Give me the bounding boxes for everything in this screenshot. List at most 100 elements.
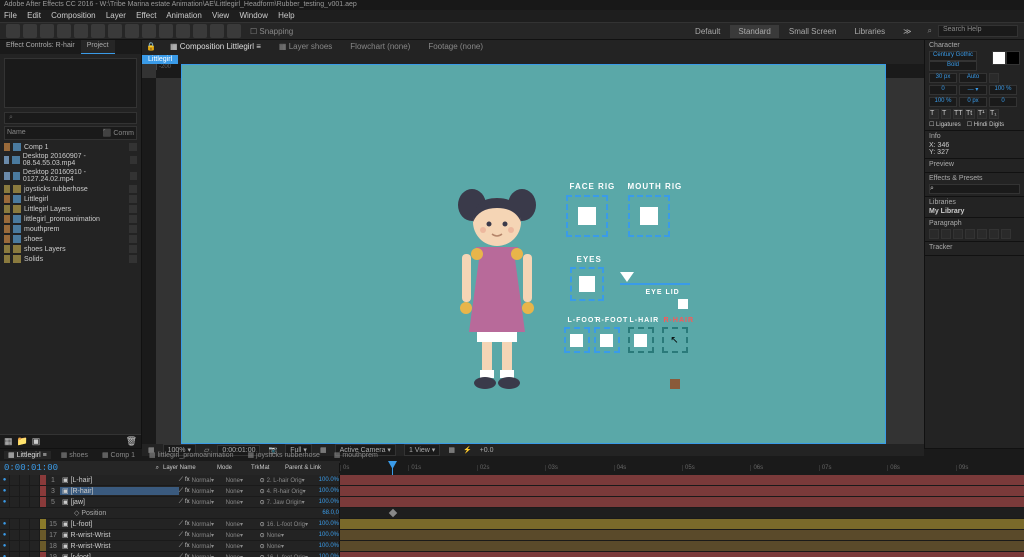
align-right-icon[interactable]	[953, 229, 963, 239]
search-layers-input[interactable]: ⌕	[156, 465, 159, 472]
superscript-icon[interactable]: T¹	[977, 109, 987, 119]
project-item[interactable]: Littlegirl	[0, 194, 141, 204]
views-select[interactable]: 1 View ▾	[404, 444, 440, 456]
type-tool-icon[interactable]	[142, 24, 156, 38]
pan-behind-tool-icon[interactable]	[91, 24, 105, 38]
align-left-icon[interactable]	[929, 229, 939, 239]
menu-effect[interactable]: Effect	[136, 11, 156, 20]
snapping-checkbox[interactable]: ☐ Snapping	[250, 27, 293, 36]
workspace-standard[interactable]: Standard	[730, 25, 778, 38]
justify-left-icon[interactable]	[965, 229, 975, 239]
workspace-libraries[interactable]: Libraries	[846, 25, 893, 38]
comp-tab-flowchart[interactable]: Flowchart (none)	[346, 40, 414, 53]
layer-row[interactable]: ●1▣ [L-hair]⟋fxNormal▾None▾⊙2. L-hair Or…	[0, 475, 1024, 486]
project-item[interactable]: Desktop 20160907 - 08.54.55.03.mp4	[0, 152, 141, 168]
tl-tab-joysticks[interactable]: ▦ joysticks rubberhose	[243, 451, 323, 459]
stroke-input[interactable]: — ▾	[959, 85, 987, 95]
effects-search-input[interactable]: ⌕	[929, 184, 1020, 194]
font-weight-select[interactable]: Bold	[929, 61, 977, 71]
hindi-checkbox[interactable]: ☐ Hindi Digits	[967, 121, 1004, 128]
layer-row[interactable]: ●19▣ [r-foot]⟋fxNormal▾None▾⊙16. L-foot …	[0, 552, 1024, 557]
roto-tool-icon[interactable]	[210, 24, 224, 38]
brush-tool-icon[interactable]	[159, 24, 173, 38]
ligatures-checkbox[interactable]: ☐ Ligatures	[929, 121, 961, 128]
layer-row[interactable]: ●17▣ R-wrist-Wrist⟋fxNormal▾None▾⊙None▾1…	[0, 530, 1024, 541]
tl-tab-shoes[interactable]: ▦ shoes	[57, 451, 92, 459]
eyes-control[interactable]	[570, 267, 604, 301]
justify-right-icon[interactable]	[989, 229, 999, 239]
menu-view[interactable]: View	[212, 11, 229, 20]
menu-file[interactable]: File	[4, 11, 17, 20]
time-ruler[interactable]: 0s01s02s03s04s05s06s07s08s09s	[340, 461, 1024, 475]
mouth-rig-control[interactable]	[628, 195, 670, 237]
camera-tool-icon[interactable]	[74, 24, 88, 38]
tsume-input[interactable]: 0	[989, 97, 1017, 107]
comp-tab-footage[interactable]: Footage (none)	[424, 40, 487, 53]
comp-tab-composition[interactable]: ▦ Composition Littlegirl ≡	[166, 40, 265, 53]
project-item[interactable]: Solids	[0, 254, 141, 264]
viewport[interactable]: -200-10001002003004005006007008009001000…	[142, 64, 924, 444]
zoom-tool-icon[interactable]	[40, 24, 54, 38]
workspace-more[interactable]: ≫	[895, 25, 919, 38]
italic-icon[interactable]: T	[941, 109, 951, 119]
new-comp-icon[interactable]: ▣	[32, 436, 41, 447]
layer-row[interactable]: ●3▣ [R-hair]⟋fxNormal▾None▾⊙4. R-hair Or…	[0, 486, 1024, 497]
r-hair-control[interactable]: ↖	[662, 327, 688, 353]
menu-window[interactable]: Window	[239, 11, 267, 20]
l-hair-control[interactable]	[628, 327, 654, 353]
caps-icon[interactable]: TT	[953, 109, 963, 119]
pen-tool-icon[interactable]	[125, 24, 139, 38]
project-item[interactable]: Littlegirl Layers	[0, 204, 141, 214]
comp-name-label[interactable]: Littlegirl	[142, 55, 178, 64]
layer-row[interactable]: ●18▣ R-wrist-Wrist⟋fxNormal▾None▾⊙None▾1…	[0, 541, 1024, 552]
menu-help[interactable]: Help	[278, 11, 294, 20]
interpret-icon[interactable]: ▦	[4, 436, 13, 447]
kerning-icon[interactable]	[989, 73, 999, 83]
new-folder-icon[interactable]: 📁	[17, 436, 28, 447]
bold-icon[interactable]: T	[929, 109, 939, 119]
eraser-tool-icon[interactable]	[193, 24, 207, 38]
layer-row[interactable]: ●5▣ [jaw]⟋fxNormal▾None▾⊙7. Jaw Origin▾1…	[0, 497, 1024, 508]
leading-input[interactable]: Auto	[959, 73, 987, 83]
timeline-icon[interactable]: +0.0	[480, 447, 494, 454]
eye-lid-box[interactable]	[678, 299, 688, 309]
menu-composition[interactable]: Composition	[51, 11, 95, 20]
font-size-input[interactable]: 30 px	[929, 73, 957, 83]
project-item[interactable]: shoes	[0, 234, 141, 244]
col-comment[interactable]: ⬛ Comm	[103, 129, 134, 137]
baseline-input[interactable]: 0 px	[959, 97, 987, 107]
stroke-color[interactable]	[1006, 51, 1020, 65]
project-item[interactable]: littlegirl_promoanimation	[0, 214, 141, 224]
menu-layer[interactable]: Layer	[106, 11, 126, 20]
tl-tab-mouth[interactable]: ▦ mouthprem	[330, 451, 382, 459]
menu-animation[interactable]: Animation	[166, 11, 202, 20]
tl-tab-littlegirl[interactable]: ▦ Littlegirl ≡	[4, 451, 51, 459]
tl-tab-comp1[interactable]: ▦ Comp 1	[98, 451, 139, 459]
trash-icon[interactable]: 🗑	[126, 436, 137, 447]
project-item[interactable]: mouthprem	[0, 224, 141, 234]
hscale-input[interactable]: 100 %	[929, 97, 957, 107]
align-center-icon[interactable]	[941, 229, 951, 239]
pixel-aspect-icon[interactable]: ▦	[448, 446, 455, 454]
hand-tool-icon[interactable]	[23, 24, 37, 38]
subscript-icon[interactable]: T₁	[989, 109, 999, 119]
eye-lid-slider[interactable]	[620, 283, 690, 285]
search-help-input[interactable]: Search Help	[938, 25, 1018, 37]
eye-lid-handle[interactable]	[620, 272, 634, 282]
project-item[interactable]: joysticks rubberhose	[0, 184, 141, 194]
layer-row[interactable]: ◇ Position68.0,0	[0, 508, 1024, 519]
panel-lock-icon[interactable]: 🔒	[146, 42, 156, 51]
project-filter-input[interactable]: ⌕	[4, 112, 137, 124]
puppet-tool-icon[interactable]	[227, 24, 241, 38]
tl-tab-promo[interactable]: ▦ littlegirl_promoanimation	[145, 451, 237, 459]
vscale-input[interactable]: 100 %	[989, 85, 1017, 95]
playhead[interactable]	[392, 461, 393, 475]
layer-row[interactable]: ●15▣ [L-foot]⟋fxNormal▾None▾⊙16. L-foot …	[0, 519, 1024, 530]
font-select[interactable]: Century Gothic	[929, 51, 977, 61]
r-foot-control[interactable]	[594, 327, 620, 353]
fast-preview-icon[interactable]: ⚡	[463, 446, 472, 454]
menu-edit[interactable]: Edit	[27, 11, 41, 20]
rotate-tool-icon[interactable]	[57, 24, 71, 38]
face-rig-control[interactable]	[566, 195, 608, 237]
justify-all-icon[interactable]	[1001, 229, 1011, 239]
